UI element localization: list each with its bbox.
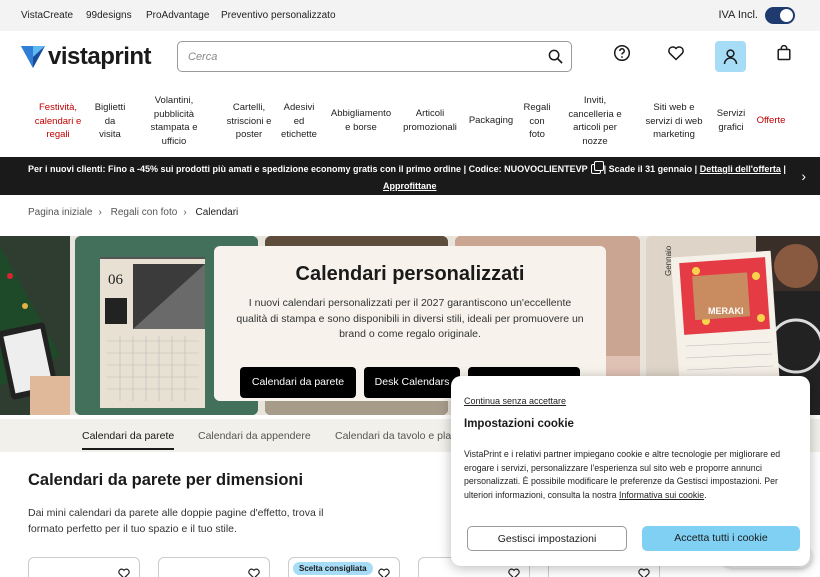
top-utility-bar: VistaCreate 99designs ProAdvantage Preve… (0, 0, 820, 31)
product-card[interactable] (28, 557, 140, 577)
recommended-badge: Scelta consigliata (293, 562, 373, 575)
section-description: Dai mini calendari da parete alle doppie… (28, 507, 324, 535)
promo-cta-link[interactable]: Approfittane (383, 181, 437, 191)
calendar-brand: MERAKI (708, 306, 744, 316)
accept-all-cookies-button[interactable]: Accetta tutti i cookie (642, 526, 800, 551)
breadcrumb-separator: › (98, 207, 102, 218)
vat-toggle[interactable] (765, 7, 795, 24)
heart-icon[interactable] (377, 567, 391, 577)
breadcrumb-current: Calendari (195, 207, 239, 218)
btn-desk-calendars[interactable]: Desk Calendars (364, 367, 460, 398)
promo-expiry: | Scade il 31 gennaio | (603, 164, 698, 174)
promo-banner: Per i nuovi clienti: Fino a -45% sui pro… (0, 157, 820, 195)
tab-hanging-calendars[interactable]: Calendari da appendere (198, 430, 311, 442)
category-nav: Festività, calendari e regali Biglietti d… (0, 88, 820, 152)
link-vistacreate[interactable]: VistaCreate (21, 10, 73, 21)
help-icon[interactable] (613, 44, 631, 62)
btn-wall-calendars[interactable]: Calendari da parete (240, 367, 356, 398)
logo-mark-icon (21, 46, 45, 68)
nav-item[interactable]: Biglietti da visita (95, 101, 126, 142)
logo-text: vistaprint (48, 43, 152, 70)
cart-icon[interactable] (775, 44, 793, 62)
breadcrumb-photo-gifts[interactable]: Regali con foto (111, 207, 178, 218)
heart-icon[interactable] (637, 567, 651, 577)
heart-icon[interactable] (667, 44, 685, 62)
search-box[interactable] (177, 41, 572, 72)
nav-item[interactable]: Siti web e servizi di web marketing (645, 101, 702, 142)
promo-text: Per i nuovi clienti: Fino a -45% sui pro… (28, 164, 588, 174)
nav-item[interactable]: Abbigliamento e borse (331, 107, 391, 134)
link-proadvantage[interactable]: ProAdvantage (146, 10, 209, 21)
copy-code-icon[interactable] (590, 161, 604, 174)
chevron-right-icon[interactable]: › (801, 168, 806, 184)
nav-item[interactable]: Cartelli, striscioni e poster (227, 101, 272, 142)
nav-item[interactable]: Festività, calendari e regali (35, 101, 81, 142)
cookie-policy-link[interactable]: Informativa sui cookie (619, 490, 704, 500)
link-99designs[interactable]: 99designs (86, 10, 132, 21)
manage-settings-button[interactable]: Gestisci impostazioni (467, 526, 627, 551)
page-title: Calendari personalizzati (295, 263, 525, 285)
nav-item[interactable]: Adesivi ed etichette (281, 101, 317, 142)
search-icon[interactable] (548, 49, 563, 64)
nav-item[interactable]: Regali con foto (524, 101, 551, 142)
tab-wall-calendars[interactable]: Calendari da parete (82, 430, 175, 450)
heart-icon[interactable] (247, 567, 261, 577)
tab-desk-calendars[interactable]: Calendari da tavolo e pla (335, 430, 451, 442)
nav-item[interactable]: Articoli promozionali (403, 107, 457, 134)
nav-item[interactable]: Servizi grafici (717, 107, 746, 134)
section-title: Calendari da parete per dimensioni (28, 471, 304, 489)
user-icon (723, 49, 738, 65)
vistaprint-logo[interactable]: vistaprint (21, 43, 152, 70)
product-card[interactable]: Scelta consigliata (288, 557, 400, 577)
nav-item[interactable]: Packaging (469, 114, 513, 128)
hero-description: I nuovi calendari personalizzati per il … (236, 297, 584, 340)
breadcrumb: Pagina iniziale › Regali con foto › Calend… (28, 207, 244, 218)
vat-label: IVA Incl. (718, 9, 758, 21)
breadcrumb-home[interactable]: Pagina iniziale (28, 207, 93, 218)
promo-details-link[interactable]: Dettagli dell'offerta (700, 164, 781, 174)
heart-icon[interactable] (117, 567, 131, 577)
cookie-dialog: Continua senza accettare Impostazioni co… (451, 376, 810, 566)
main-header: vistaprint (0, 31, 820, 83)
toggle-knob (780, 9, 793, 22)
search-input[interactable] (178, 42, 528, 71)
nav-item[interactable]: Inviti, cancelleria e articoli per nozze (568, 94, 621, 148)
breadcrumb-separator: › (183, 207, 187, 218)
calendar-month-number: 06 (108, 272, 123, 288)
promo-line: Per i nuovi clienti: Fino a -45% sui pro… (28, 161, 786, 174)
hero-image-tree (0, 236, 70, 415)
calendar-month-name: Gennaio (664, 245, 673, 276)
heart-icon[interactable] (507, 567, 521, 577)
link-preventivo[interactable]: Preventivo personalizzato (221, 10, 336, 21)
continue-without-accepting-link[interactable]: Continua senza accettare (464, 396, 566, 406)
account-button[interactable] (715, 41, 746, 72)
cookie-body: VistaPrint e i relativi partner impiegan… (464, 449, 781, 500)
nav-item[interactable]: Offerte (757, 114, 786, 128)
product-card[interactable] (158, 557, 270, 577)
cookie-title: Impostazioni cookie (464, 418, 574, 430)
nav-item[interactable]: Volantini, pubblicità stampata e ufficio (151, 94, 198, 148)
